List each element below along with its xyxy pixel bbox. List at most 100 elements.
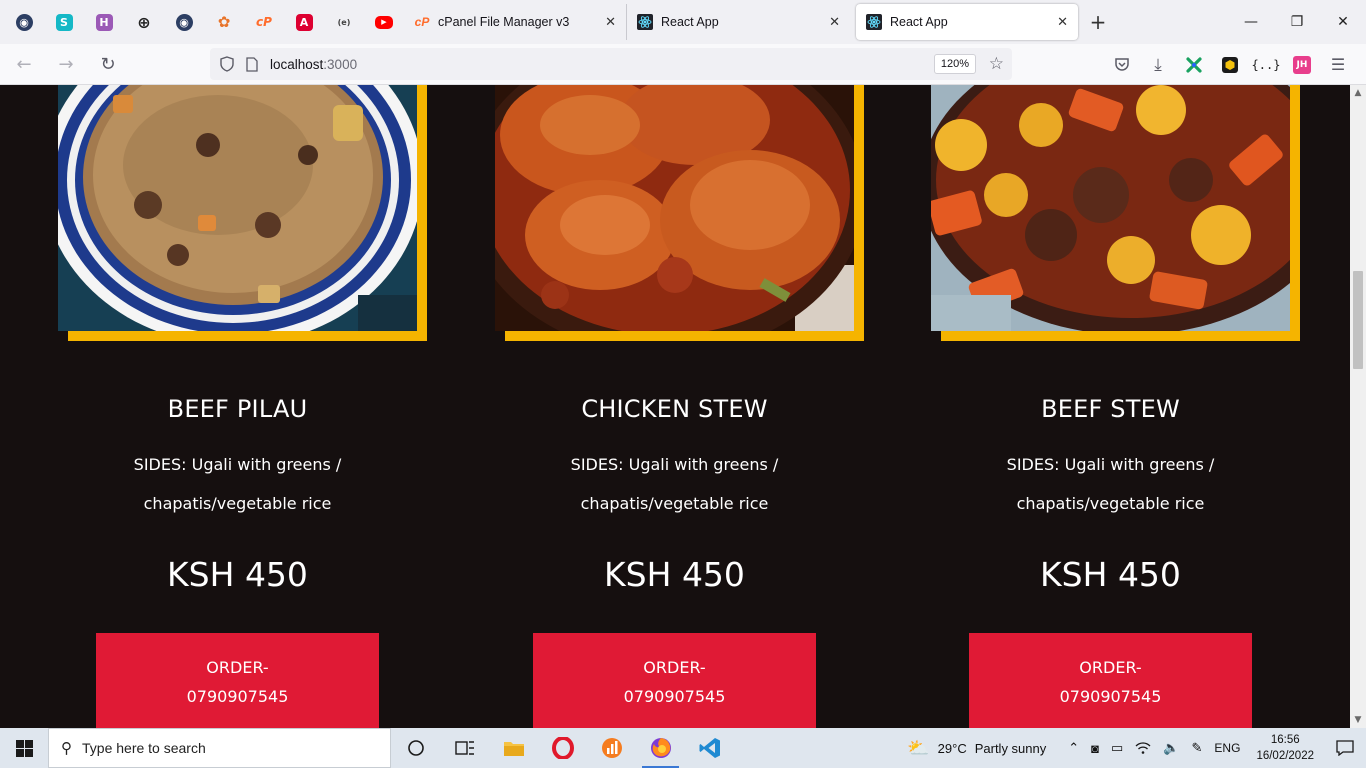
cpanel-icon: cP [256,15,272,29]
profile-avatar-icon[interactable]: JH [1284,49,1320,81]
volume-icon[interactable]: 🔈 [1157,740,1185,756]
json-viewer-icon[interactable]: {..} [1248,49,1284,81]
tab-label: React App [661,15,719,29]
windows-taskbar: ⚲ Type here to search ⛅ 29°C Partly sunn… [0,728,1366,768]
order-phone: 0790907545 [186,687,289,706]
partly-sunny-icon: ⛅ [907,737,930,758]
order-button[interactable]: ORDER- 0790907545 [533,633,816,728]
order-button[interactable]: ORDER- 0790907545 [96,633,379,728]
extension-x-icon[interactable] [1176,49,1212,81]
close-window-icon[interactable]: ✕ [1320,0,1366,44]
address-bar[interactable]: localhost:3000 120% ☆ [210,48,1012,80]
shield-icon[interactable] [218,55,236,73]
pinned-tab-cpanel[interactable]: cP [244,0,284,44]
zoom-level-badge[interactable]: 120% [933,54,976,74]
dish-price: KSH 450 [167,555,308,594]
download-icon[interactable]: ⤓ [1140,49,1176,81]
pen-icon[interactable]: ✎ [1186,740,1209,756]
menu-card-beef-pilau: BEEF PILAU SIDES: Ugali with greens / ch… [58,85,438,728]
tab-label: cPanel File Manager v3 [438,15,570,29]
task-view-icon[interactable] [440,728,489,768]
globe-icon: ⊕ [137,12,151,32]
vertical-scrollbar[interactable]: ▲ ▼ [1350,85,1366,728]
pocket-icon[interactable] [1104,49,1140,81]
url-host: localhost [270,56,324,72]
pinned-tab-s-app[interactable]: S [44,0,84,44]
pinned-tab-dev[interactable]: (e) [324,0,364,44]
order-label: ORDER- [1079,658,1142,677]
pinned-tab-angular[interactable]: A [284,0,324,44]
pinned-tab-youtube[interactable]: ▶ [364,0,404,44]
search-icon: ⚲ [61,740,72,757]
dish-name: BEEF PILAU [167,395,308,423]
windows-start-icon[interactable] [0,728,48,768]
weather-widget[interactable]: ⛅ 29°C Partly sunny [901,738,1052,759]
pinned-tab-github[interactable]: ◉ [4,0,44,44]
pinned-tab-figma[interactable]: ✿ [204,0,244,44]
clock[interactable]: 16:56 16/02/2022 [1246,732,1324,764]
close-tab-icon[interactable]: ✕ [605,14,616,30]
vscode-icon[interactable] [685,728,734,768]
new-tab-plus-icon[interactable]: + [1078,2,1118,42]
language-indicator[interactable]: ENG [1208,741,1246,755]
clock-time: 16:56 [1270,734,1300,746]
scroll-up-arrow-icon[interactable]: ▲ [1350,85,1366,101]
battery-icon[interactable]: ▭ [1105,740,1129,756]
pinned-tab-globe[interactable]: ⊕ [124,0,164,44]
scroll-down-arrow-icon[interactable]: ▼ [1350,712,1366,728]
page-icon[interactable] [244,56,260,72]
close-tab-icon[interactable]: ✕ [1057,14,1068,30]
pinned-tab-github-2[interactable]: ◉ [164,0,204,44]
url-text[interactable]: localhost:3000 [270,57,357,72]
taskbar-search-box[interactable]: ⚲ Type here to search [48,728,391,768]
dish-sides: SIDES: Ugali with greens / chapatis/vege… [931,445,1290,523]
chart-app-icon[interactable] [587,728,636,768]
s-app-icon: S [55,13,73,31]
menu-hamburger-icon[interactable]: ☰ [1320,49,1356,81]
order-label: ORDER- [643,658,706,677]
toolbar-extensions: ⤓ {..} JH ☰ [1104,44,1356,85]
extension-cube-icon[interactable] [1212,49,1248,81]
sides-line-2: chapatis/vegetable rice [580,494,769,513]
pinned-tab-h-app[interactable]: H [84,0,124,44]
tab-label: React App [890,15,948,29]
cpanel-icon: cP [414,15,430,29]
clock-date: 16/02/2022 [1256,750,1314,762]
wifi-icon[interactable] [1129,741,1157,755]
firefox-icon[interactable] [636,728,685,768]
cortana-icon[interactable] [391,728,440,768]
reload-icon[interactable]: ↻ [90,48,126,80]
system-tray: ⛅ 29°C Partly sunny ⌃ ◙ ▭ 🔈 ✎ ENG 16:56 … [901,728,1366,768]
minimize-icon[interactable]: — [1228,0,1274,44]
opera-icon[interactable] [538,728,587,768]
window-controls: — ❐ ✕ [1228,0,1366,44]
file-explorer-icon[interactable] [489,728,538,768]
search-placeholder: Type here to search [82,740,206,756]
sides-line-1: SIDES: Ugali with greens / [1006,455,1215,474]
navigation-toolbar: ← → ↻ localhost:3000 120% ☆ ⤓ {..} JH ☰ [0,44,1366,85]
bookmark-star-icon[interactable]: ☆ [989,54,1004,74]
angular-icon: A [295,13,313,31]
tab-react-app-active[interactable]: React App ✕ [856,4,1078,40]
scrollbar-thumb[interactable] [1353,271,1363,369]
tab-react-app[interactable]: React App ✕ [626,4,850,40]
order-label: ORDER- [206,658,269,677]
forward-arrow-icon[interactable]: → [48,48,84,80]
close-tab-icon[interactable]: ✕ [829,14,840,30]
react-icon [637,14,653,30]
back-arrow-icon[interactable]: ← [6,48,42,80]
order-button[interactable]: ORDER- 0790907545 [969,633,1252,728]
tab-cpanel-file-manager[interactable]: cP cPanel File Manager v3 ✕ [404,4,626,40]
h-app-icon: H [95,13,113,31]
sides-line-1: SIDES: Ugali with greens / [570,455,779,474]
notifications-icon[interactable] [1324,740,1366,756]
restore-icon[interactable]: ❐ [1274,0,1320,44]
tray-overflow-chevron-icon[interactable]: ⌃ [1062,740,1085,756]
dish-price: KSH 450 [1040,555,1181,594]
sides-line-2: chapatis/vegetable rice [1016,494,1205,513]
webcam-icon[interactable]: ◙ [1085,741,1105,756]
menu-card-beef-stew: BEEF STEW SIDES: Ugali with greens / cha… [931,85,1311,728]
sides-line-2: chapatis/vegetable rice [143,494,332,513]
chicken-stew-photo [495,85,854,331]
weather-temp: 29°C [937,740,967,756]
